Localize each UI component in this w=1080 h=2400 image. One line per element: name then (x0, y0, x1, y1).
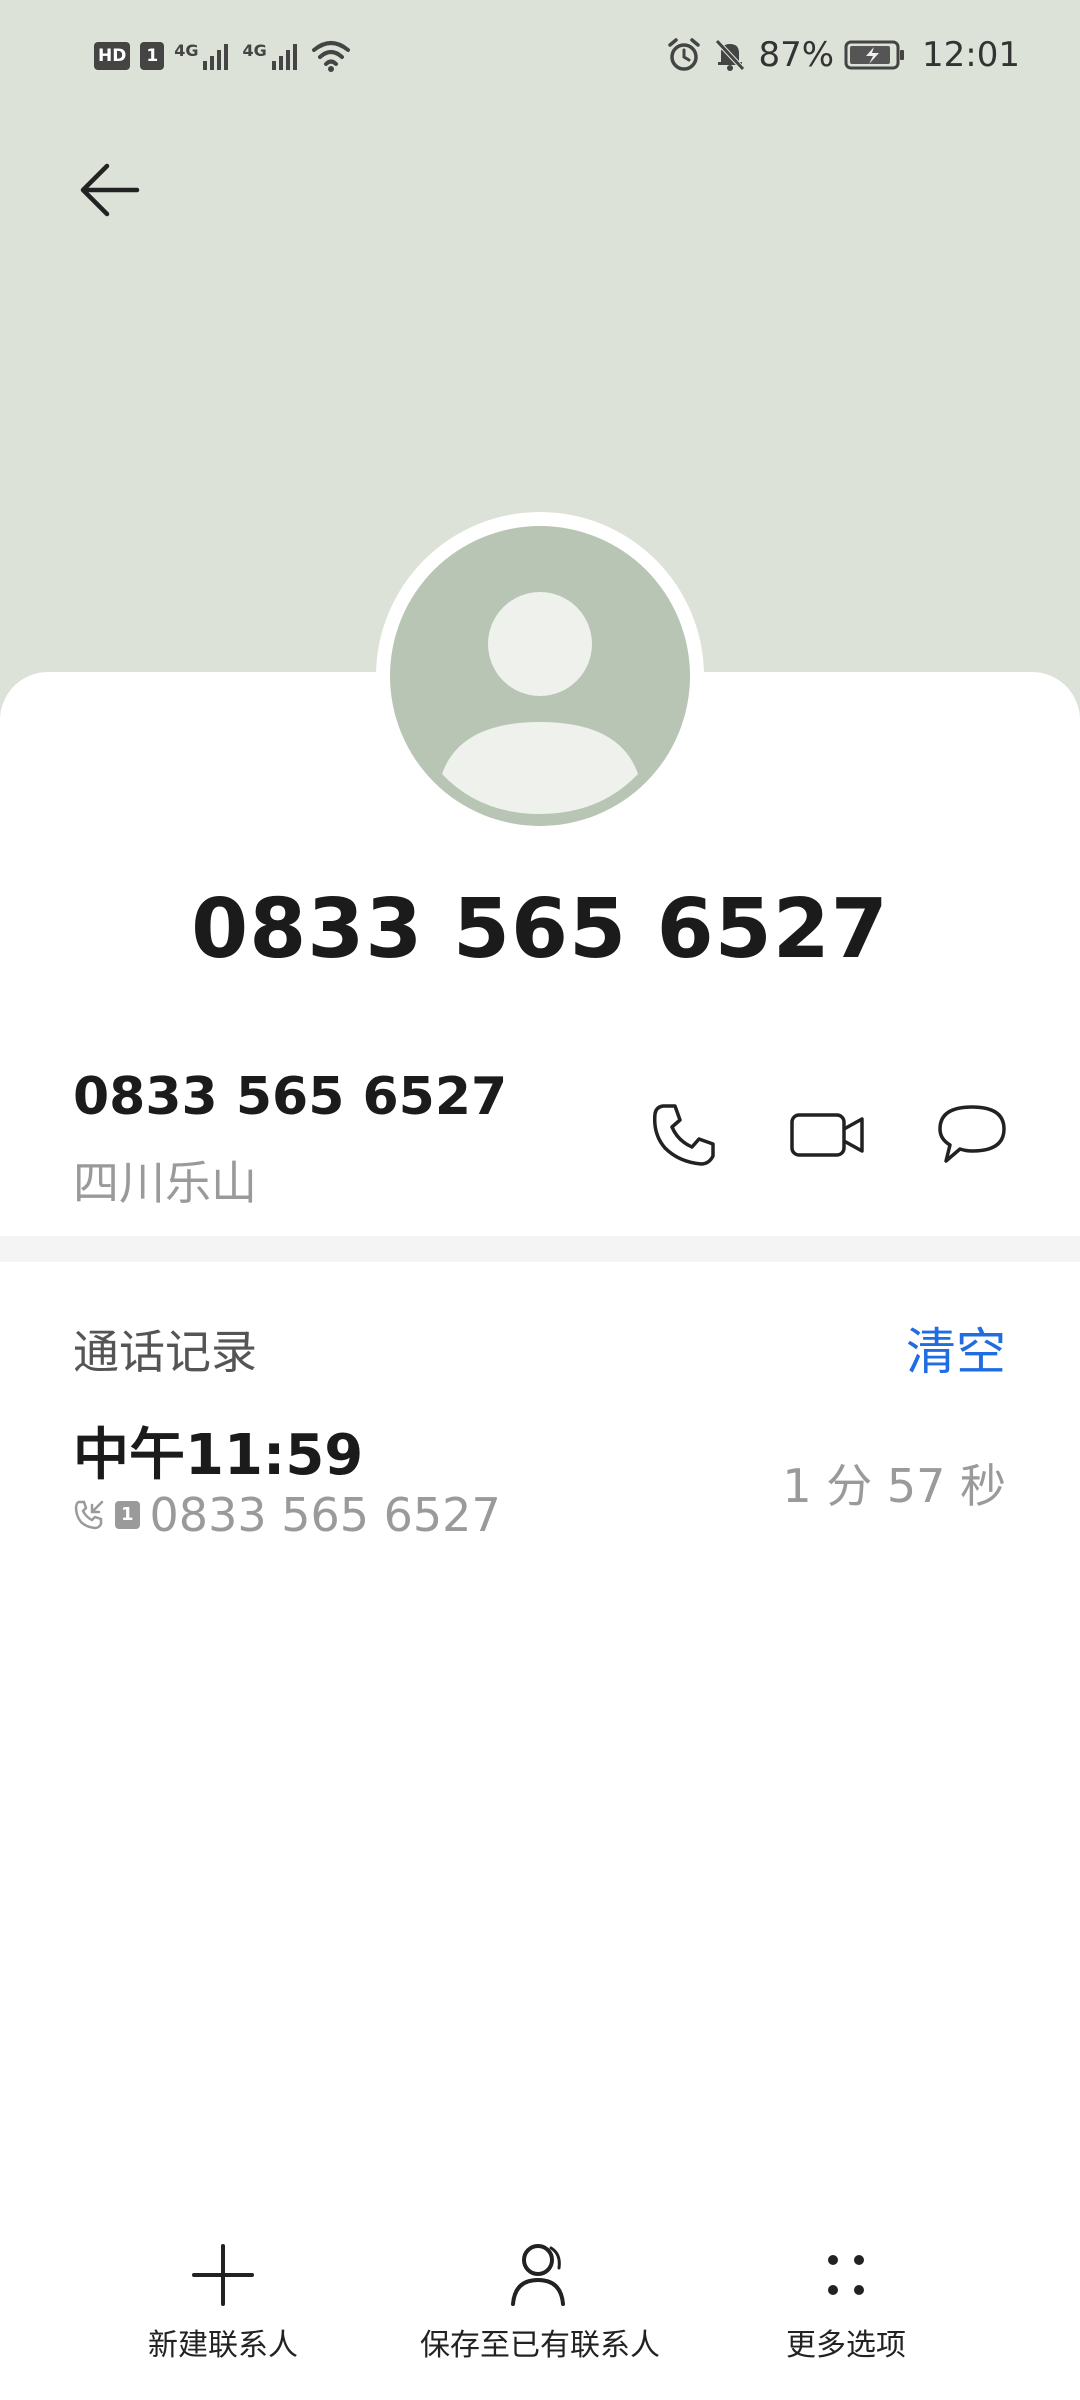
message-icon (938, 1105, 1006, 1163)
signal-bars-icon (203, 44, 229, 70)
contact-title-number: 0833 565 6527 (191, 882, 889, 977)
save-to-existing-button[interactable]: 保存至已有联系人 (420, 2240, 660, 2364)
phone-location: 四川乐山 (73, 1156, 257, 1210)
back-button[interactable] (64, 150, 154, 230)
wifi-icon (311, 41, 350, 72)
more-options-button[interactable]: 更多选项 (786, 2240, 906, 2364)
clear-call-log-button[interactable]: 清空 (906, 1312, 1006, 1384)
call-log-title: 通话记录 (73, 1325, 257, 1379)
call-sim-badge: 1 (115, 1501, 140, 1529)
bottom-action-bar: 新建联系人 保存至已有联系人 更多选项 (0, 2240, 1080, 2400)
avatar (390, 526, 690, 826)
contact-detail-screen: HD 1 4G 4G 87% 12:01 0833 565 6527 0833 … (0, 0, 1080, 2400)
status-bar: HD 1 4G 4G 87% 12:01 (0, 0, 1080, 110)
person-silhouette-icon (442, 592, 638, 814)
video-call-icon (790, 1113, 864, 1157)
status-right: 87% 12:01 (666, 30, 1020, 80)
arrow-left-icon (80, 163, 140, 217)
video-call-button[interactable] (778, 1085, 878, 1185)
phone-icon (652, 1104, 715, 1166)
message-button[interactable] (922, 1085, 1022, 1185)
more-options-label: 更多选项 (786, 2328, 906, 2363)
person-icon (511, 2244, 565, 2306)
network-type-2: 4G (242, 41, 267, 60)
section-divider (0, 1236, 1080, 1262)
new-contact-label: 新建联系人 (148, 2328, 298, 2363)
hd-badge: HD (94, 42, 131, 70)
network-type-1: 4G (174, 41, 199, 60)
incoming-call-icon (74, 1500, 104, 1530)
phone-number: 0833 565 6527 (73, 1067, 508, 1127)
call-log-item[interactable]: 中午11:59 1 0833 565 6527 1 分 57 秒 (0, 1400, 1080, 1570)
signal-bars-icon (271, 44, 297, 70)
battery-charging-icon (844, 40, 905, 70)
call-details: 1 0833 565 6527 (73, 1488, 501, 1542)
more-dots-icon (828, 2255, 864, 2295)
plus-icon (192, 2244, 254, 2306)
sim1-badge: 1 (140, 42, 165, 70)
call-duration: 1 分 57 秒 (782, 1459, 1006, 1513)
clock-time: 12:01 (922, 35, 1020, 75)
new-contact-button[interactable]: 新建联系人 (148, 2240, 298, 2364)
call-number: 0833 565 6527 (149, 1488, 501, 1542)
signal-1: 4G (174, 41, 232, 71)
phone-number-row[interactable]: 0833 565 6527 四川乐山 (0, 1055, 1080, 1225)
save-to-existing-label: 保存至已有联系人 (420, 2328, 660, 2363)
call-button[interactable] (634, 1085, 734, 1185)
status-left: HD 1 4G 4G (94, 36, 351, 76)
call-time: 中午11:59 (73, 1423, 364, 1488)
alarm-icon (668, 38, 701, 71)
signal-2: 4G (242, 41, 300, 71)
mute-bell-icon (715, 39, 746, 71)
battery-percent: 87% (758, 35, 835, 75)
